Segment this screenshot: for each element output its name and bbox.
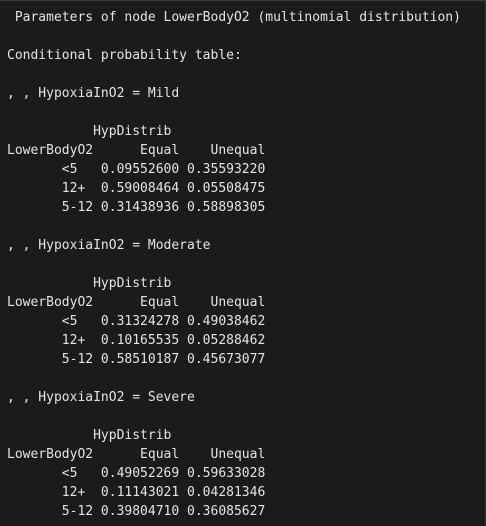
table-column-group: HypDistrib	[7, 124, 172, 139]
table-header-row: LowerBodyO2 Equal Unequal	[7, 447, 266, 462]
table-row: <5 0.49052269 0.59633028	[7, 466, 266, 481]
table-row: 12+ 0.10165535 0.05288462	[7, 333, 266, 348]
table-row: 12+ 0.11143021 0.04281346	[7, 485, 266, 500]
cpt-heading: Conditional probability table:	[7, 48, 242, 63]
slice-header-moderate: , , HypoxiaInO2 = Moderate	[7, 238, 211, 253]
table-row: 5-12 0.39804710 0.36085627	[7, 504, 266, 519]
output-title: Parameters of node LowerBodyO2 (multinom…	[7, 10, 461, 25]
table-row: 12+ 0.59008464 0.05508475	[7, 181, 266, 196]
table-row: 5-12 0.31438936 0.58898305	[7, 200, 266, 215]
console-output[interactable]: Parameters of node LowerBodyO2 (multinom…	[0, 0, 486, 526]
slice-header-severe: , , HypoxiaInO2 = Severe	[7, 390, 195, 405]
table-row: 5-12 0.58510187 0.45673077	[7, 352, 266, 367]
table-header-row: LowerBodyO2 Equal Unequal	[7, 143, 266, 158]
slice-header-mild: , , HypoxiaInO2 = Mild	[7, 86, 180, 101]
table-header-row: LowerBodyO2 Equal Unequal	[7, 295, 266, 310]
table-column-group: HypDistrib	[7, 276, 172, 291]
table-row: <5 0.31324278 0.49038462	[7, 314, 266, 329]
table-row: <5 0.09552600 0.35593220	[7, 162, 266, 177]
table-column-group: HypDistrib	[7, 428, 172, 443]
